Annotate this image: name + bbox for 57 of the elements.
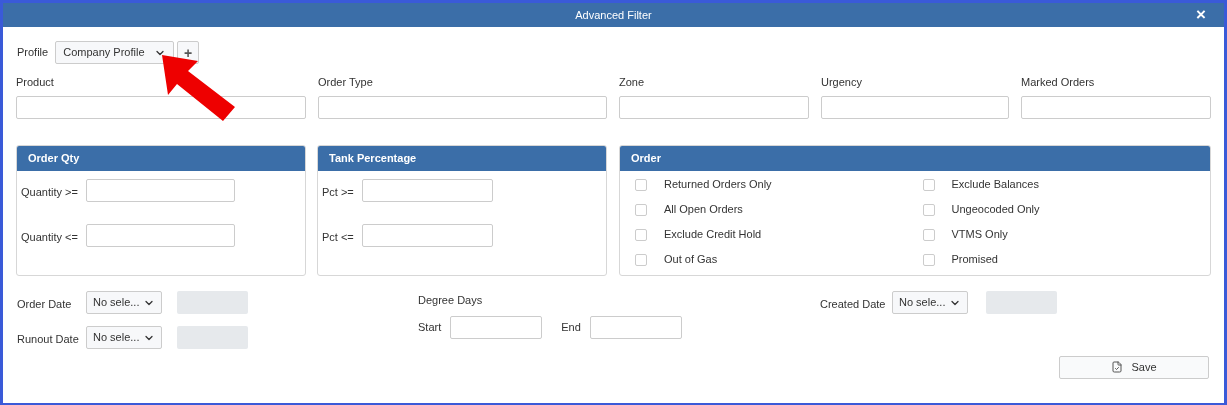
dropdown[interactable]: No sele... <box>892 291 968 314</box>
checkbox-label: All Open Orders <box>664 202 743 218</box>
input-field[interactable] <box>318 95 607 119</box>
checkbox[interactable] <box>922 253 935 266</box>
checkbox[interactable] <box>635 178 647 191</box>
field-label: Pct >= <box>322 185 354 198</box>
checkbox-label: Out of Gas <box>664 252 718 268</box>
input-field[interactable] <box>362 179 493 202</box>
date-field[interactable] <box>177 326 248 349</box>
date-field[interactable] <box>177 291 248 314</box>
field-label: Start <box>418 320 442 336</box>
field-label: Quantity <= <box>21 230 78 243</box>
field-label: Quantity >= <box>21 185 78 198</box>
date-field[interactable] <box>986 291 1057 314</box>
input-field[interactable] <box>86 224 235 247</box>
field-label: Created Date <box>820 297 886 310</box>
input-field[interactable] <box>821 95 1009 119</box>
field-label: Profile <box>17 45 49 61</box>
checkbox[interactable] <box>635 203 647 216</box>
input-field[interactable] <box>1021 95 1211 119</box>
panel-title: Tank Percentage <box>329 150 417 166</box>
checkbox-label: Returned Orders Only <box>664 177 772 193</box>
checkbox[interactable] <box>635 228 647 241</box>
input-field[interactable] <box>589 316 682 339</box>
input-field[interactable] <box>16 95 306 119</box>
input-field[interactable] <box>619 95 809 119</box>
dropdown[interactable]: No sele... <box>86 291 162 314</box>
checkbox[interactable] <box>922 228 935 241</box>
window-title: Advanced Filter <box>575 7 652 23</box>
panel-title: Order Qty <box>28 150 80 166</box>
checkbox[interactable] <box>922 178 935 191</box>
field-label: Pct <= <box>322 230 354 243</box>
field-label: End <box>561 320 581 336</box>
dropdown[interactable]: No sele... <box>86 326 162 349</box>
field-label: Order Type <box>318 75 374 90</box>
checkbox-label: VTMS Only <box>951 227 1008 243</box>
save-button[interactable]: Save <box>1059 355 1209 379</box>
checkbox-label: Ungeocoded Only <box>951 202 1040 218</box>
field-label: Zone <box>619 75 646 90</box>
field-label: Marked Orders <box>1021 75 1096 90</box>
input-field[interactable] <box>362 224 493 247</box>
checkbox-label: Exclude Credit Hold <box>664 227 762 243</box>
input-field[interactable] <box>450 316 543 339</box>
field-label: Urgency <box>821 75 863 90</box>
input-field[interactable] <box>86 179 235 202</box>
checkbox[interactable] <box>922 203 935 216</box>
field-label: Runout Date <box>17 332 79 345</box>
close-button[interactable]: × <box>1196 5 1206 25</box>
field-label: Product <box>16 75 55 90</box>
document-check-icon <box>1111 361 1124 373</box>
checkbox-label: Exclude Balances <box>951 177 1039 193</box>
panel-title: Order <box>631 150 661 166</box>
field-label: Order Date <box>17 297 72 310</box>
checkbox-label: Promised <box>951 252 998 268</box>
checkbox[interactable] <box>635 253 647 266</box>
field-label: Degree Days <box>418 292 484 308</box>
profile-dropdown[interactable]: Company Profile <box>55 41 175 64</box>
